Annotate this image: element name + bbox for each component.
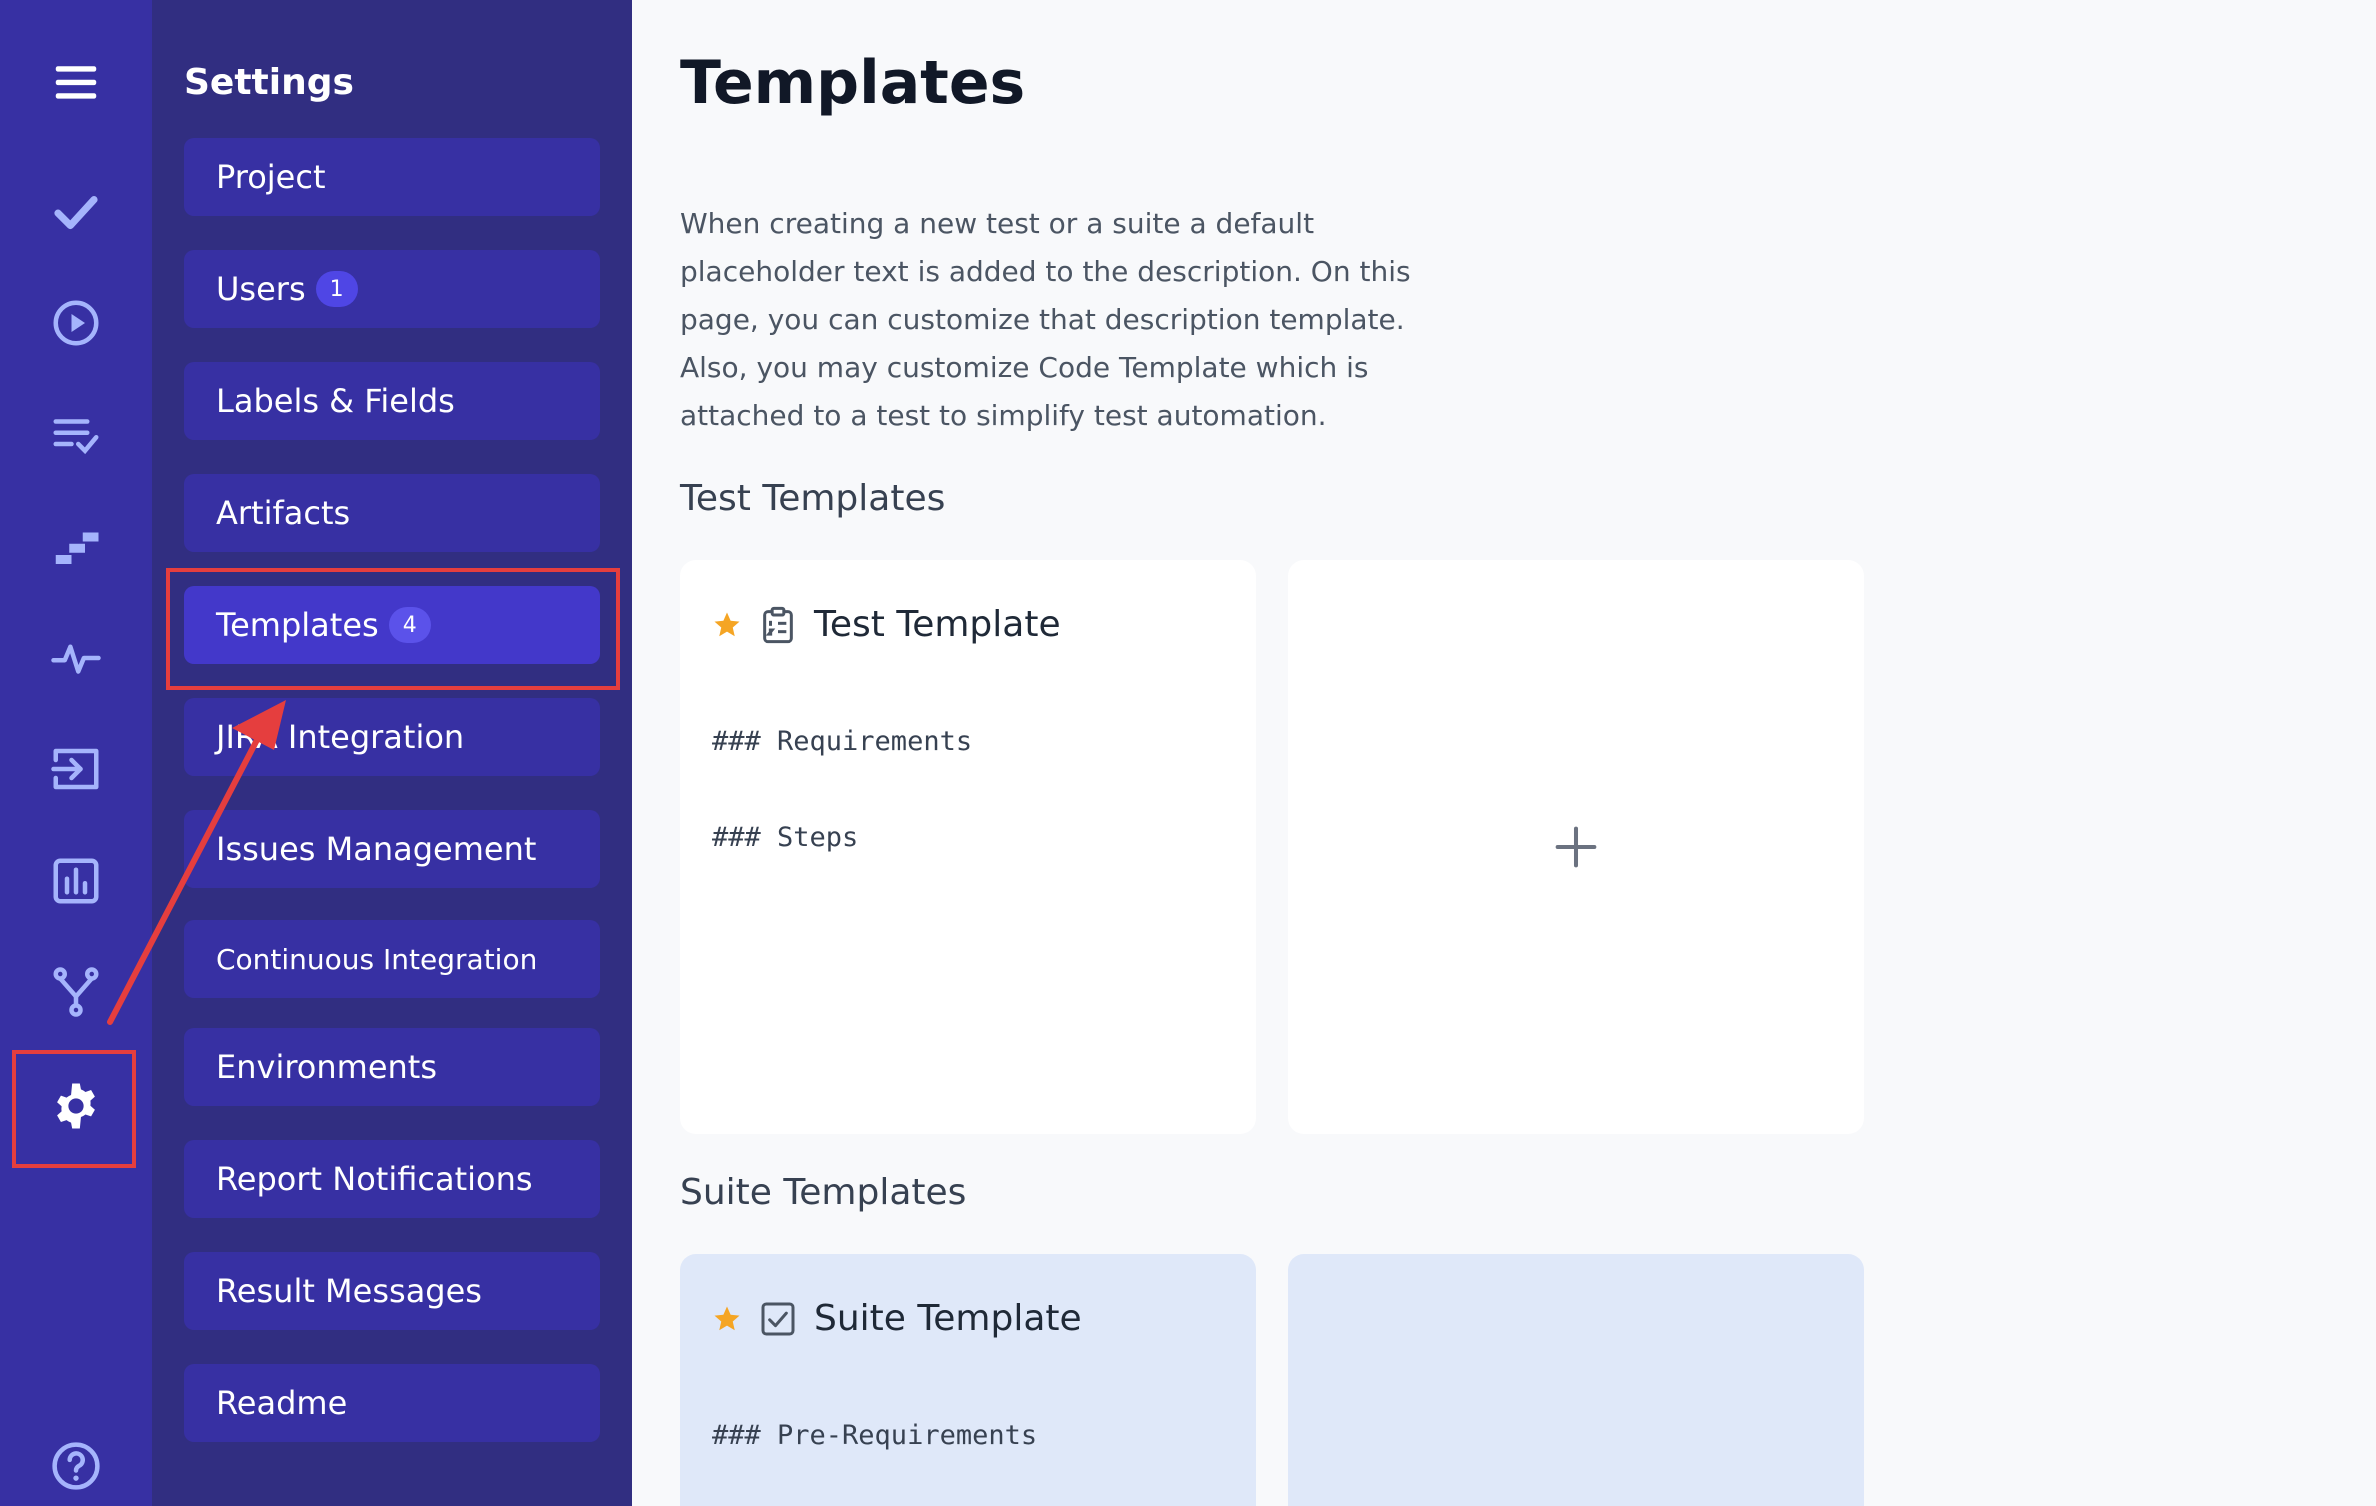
checkbox-icon: [761, 1302, 795, 1335]
nav-item-report-notifications[interactable]: Report Notifications: [184, 1140, 600, 1218]
nav-item-label: Readme: [216, 1384, 348, 1422]
card-header: Suite Template: [712, 1298, 1082, 1339]
pulse-icon[interactable]: [36, 618, 116, 698]
branch-icon[interactable]: [36, 952, 116, 1032]
nav-item-label: Report Notifications: [216, 1160, 533, 1198]
menu-icon[interactable]: [36, 42, 116, 122]
suite-template-card[interactable]: Suite Template ### Pre-Requirements: [680, 1254, 1256, 1506]
card-title: Suite Template: [814, 1298, 1082, 1339]
add-template-card[interactable]: [1288, 560, 1864, 1134]
nav-item-label: Users: [216, 270, 306, 308]
check-icon[interactable]: [36, 172, 116, 252]
nav-item-label: Project: [216, 158, 326, 196]
template-line: ### Requirements: [712, 726, 973, 757]
nav-item-project[interactable]: Project: [184, 138, 600, 216]
settings-panel: Settings Project Users 1 Labels & Fields…: [152, 0, 632, 1506]
nav-item-label: Artifacts: [216, 494, 351, 532]
star-icon[interactable]: [712, 610, 742, 640]
nav-item-artifacts[interactable]: Artifacts: [184, 474, 600, 552]
count-badge: 1: [315, 271, 358, 307]
import-icon[interactable]: [36, 729, 116, 809]
nav-item-issues-management[interactable]: Issues Management: [184, 810, 600, 888]
nav-item-label: Issues Management: [216, 830, 537, 868]
nav-item-label: Labels & Fields: [216, 382, 455, 420]
nav-item-label: Environments: [216, 1048, 437, 1086]
checklist-icon[interactable]: [36, 395, 116, 475]
panel-title: Settings: [184, 62, 354, 103]
help-icon[interactable]: [36, 1426, 116, 1506]
plus-icon[interactable]: [1554, 825, 1598, 869]
test-template-card[interactable]: Test Template ### Requirements ### Steps: [680, 560, 1256, 1134]
template-line: ### Pre-Requirements: [712, 1420, 1038, 1451]
steps-icon[interactable]: [36, 506, 116, 586]
template-line: ### Steps: [712, 822, 859, 853]
page-title: Templates: [680, 48, 1026, 118]
card-header: Test Template: [712, 604, 1061, 645]
nav-item-label: Continuous Integration: [216, 942, 538, 976]
nav-item-readme[interactable]: Readme: [184, 1364, 600, 1442]
nav-item-label: JIRA Integration: [216, 718, 465, 756]
gear-highlight: [12, 1050, 136, 1168]
test-templates-heading: Test Templates: [680, 478, 946, 519]
templates-highlight: [166, 568, 620, 690]
card-title: Test Template: [814, 604, 1061, 645]
icon-rail: [0, 0, 152, 1506]
nav-item-label: Result Messages: [216, 1272, 482, 1310]
nav-item-users[interactable]: Users 1: [184, 250, 600, 328]
nav-item-environments[interactable]: Environments: [184, 1028, 600, 1106]
suite-templates-heading: Suite Templates: [680, 1172, 967, 1213]
page-description: When creating a new test or a suite a de…: [680, 207, 1411, 432]
nav-item-result-messages[interactable]: Result Messages: [184, 1252, 600, 1330]
analytics-icon[interactable]: [36, 841, 116, 921]
nav-item-continuous-integration[interactable]: Continuous Integration: [184, 920, 600, 998]
clipboard-icon: [763, 606, 793, 643]
main-content: Templates When creating a new test or a …: [632, 0, 2376, 1506]
nav-item-jira-integration[interactable]: JIRA Integration: [184, 698, 600, 776]
play-icon[interactable]: [36, 283, 116, 363]
star-icon[interactable]: [712, 1304, 742, 1334]
add-suite-template-card[interactable]: [1288, 1254, 1864, 1506]
nav-item-labels-fields[interactable]: Labels & Fields: [184, 362, 600, 440]
